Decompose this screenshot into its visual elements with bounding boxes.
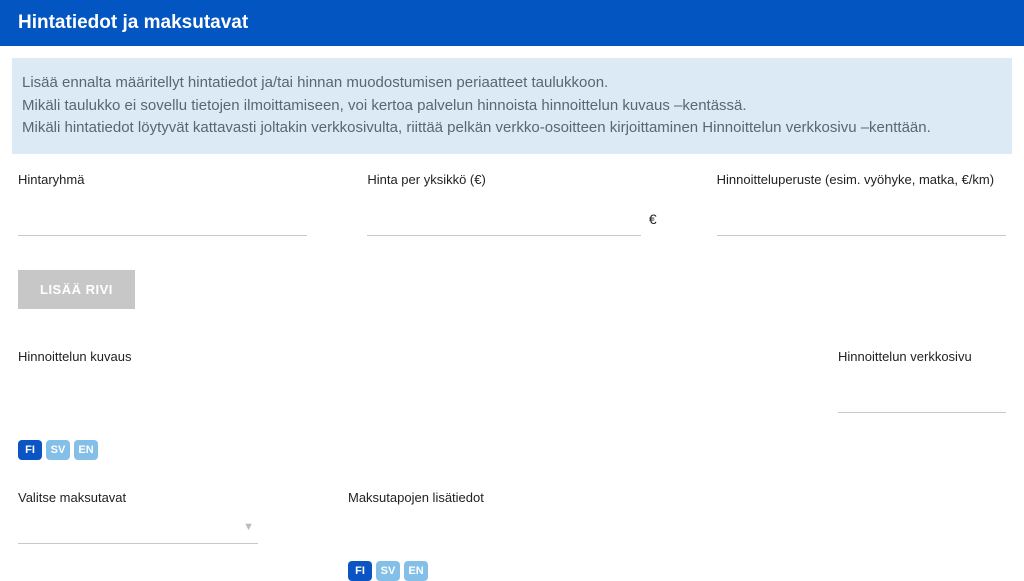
label-valitse-maksutavat: Valitse maksutavat <box>18 490 288 505</box>
lang-fi[interactable]: FI <box>18 440 42 460</box>
info-line-3: Mikäli hintatiedot löytyvät kattavasti j… <box>22 117 1002 140</box>
lang-pills-maksutavat: FI SV EN <box>348 561 1006 581</box>
lang-sv[interactable]: SV <box>46 440 70 460</box>
select-maksutavat[interactable] <box>18 515 258 544</box>
field-hintaryhma: Hintaryhmä <box>18 172 307 236</box>
add-row-button[interactable]: LISÄÄ RIVI <box>18 270 135 309</box>
input-hinnoitteluperuste[interactable] <box>717 207 1006 236</box>
label-hintaryhma: Hintaryhmä <box>18 172 307 187</box>
input-hintaryhma[interactable] <box>18 207 307 236</box>
field-hinnoitteluperuste: Hinnoitteluperuste (esim. vyöhyke, matka… <box>717 172 1006 236</box>
field-valitse-maksutavat: Valitse maksutavat ▼ <box>18 490 288 581</box>
lang-sv-2[interactable]: SV <box>376 561 400 581</box>
label-hinta-per-yksikko: Hinta per yksikkö (€) <box>367 172 656 187</box>
info-line-2: Mikäli taulukko ei sovellu tietojen ilmo… <box>22 95 1002 118</box>
lang-fi-2[interactable]: FI <box>348 561 372 581</box>
info-line-1: Lisää ennalta määritellyt hintatiedot ja… <box>22 72 1002 95</box>
input-maksutapojen-lisatiedot[interactable] <box>348 515 1006 543</box>
input-hinta[interactable] <box>367 207 641 236</box>
lang-en-2[interactable]: EN <box>404 561 428 581</box>
label-maksutapojen-lisatiedot: Maksutapojen lisätiedot <box>348 490 1006 505</box>
field-hinnoittelun-verkkosivu: Hinnoittelun verkkosivu <box>838 349 1006 460</box>
lang-en[interactable]: EN <box>74 440 98 460</box>
field-hinnoittelun-kuvaus: Hinnoittelun kuvaus FI SV EN <box>18 349 558 460</box>
euro-symbol: € <box>649 211 657 231</box>
input-hinnoittelun-verkkosivu[interactable] <box>838 384 1006 413</box>
section-title: Hintatiedot ja maksutavat <box>18 12 248 33</box>
label-hinnoittelun-verkkosivu: Hinnoittelun verkkosivu <box>838 349 1006 364</box>
info-box: Lisää ennalta määritellyt hintatiedot ja… <box>12 58 1012 154</box>
label-hinnoittelun-kuvaus: Hinnoittelun kuvaus <box>18 349 558 364</box>
input-hinnoittelun-kuvaus[interactable] <box>18 384 558 412</box>
section-header: Hintatiedot ja maksutavat <box>0 0 1024 46</box>
label-hinnoitteluperuste: Hinnoitteluperuste (esim. vyöhyke, matka… <box>717 172 1006 187</box>
field-hinta-per-yksikko: Hinta per yksikkö (€) € <box>367 172 656 236</box>
lang-pills-kuvaus: FI SV EN <box>18 440 558 460</box>
field-maksutapojen-lisatiedot: Maksutapojen lisätiedot FI SV EN <box>348 490 1006 581</box>
